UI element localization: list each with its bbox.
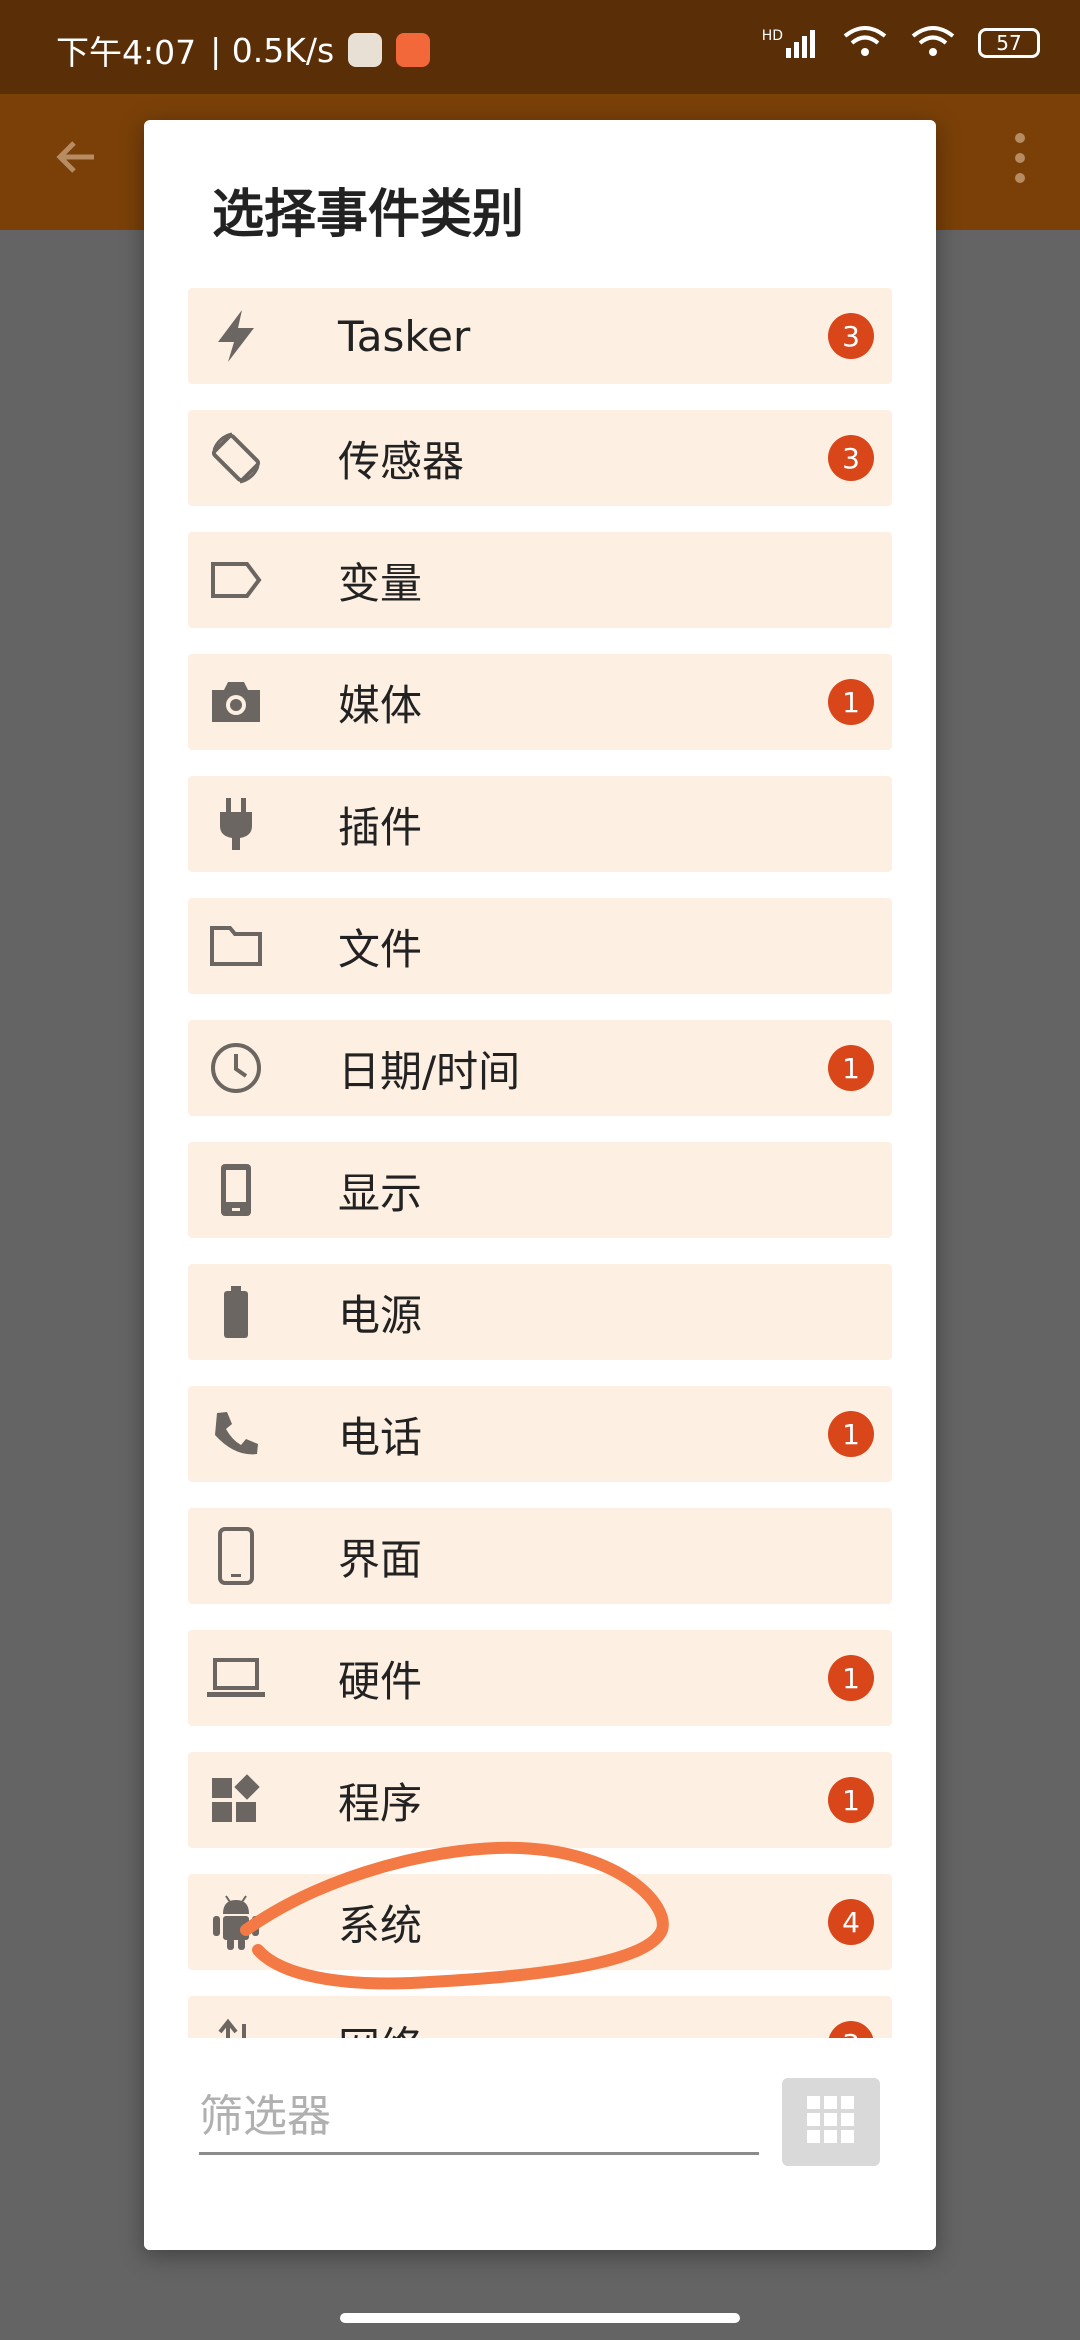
category-item-ui[interactable]: 界面	[188, 1508, 892, 1604]
status-speed: | 0.5K/s	[210, 30, 335, 70]
dialog-title: 选择事件类别	[212, 185, 525, 245]
category-item-hardware[interactable]: 硬件 1	[188, 1630, 892, 1726]
overflow-menu-icon[interactable]	[1010, 128, 1030, 192]
category-label: 传感器	[338, 436, 465, 486]
filter-input[interactable]	[199, 2080, 759, 2155]
label-tag-icon	[204, 548, 268, 612]
folder-icon	[204, 914, 268, 978]
status-bar: 下午4:07 | 0.5K/s HD 57	[0, 0, 1080, 94]
status-time: 下午4:07	[56, 33, 197, 72]
category-item-display[interactable]: 显示	[188, 1142, 892, 1238]
count-badge: 3	[828, 435, 874, 481]
category-item-file[interactable]: 文件	[188, 898, 892, 994]
battery-indicator: 57	[978, 28, 1040, 58]
status-right: HD 57	[762, 24, 1040, 62]
category-label: 硬件	[338, 1656, 423, 1706]
apps-icon	[204, 1768, 268, 1832]
category-item-media[interactable]: 媒体 1	[188, 654, 892, 750]
signal-icon: HD	[762, 28, 820, 58]
clock-icon	[204, 1036, 268, 1100]
count-badge: 1	[828, 1655, 874, 1701]
grid-view-button[interactable]	[782, 2078, 880, 2166]
category-label: 界面	[338, 1534, 423, 1584]
category-item-datetime[interactable]: 日期/时间 1	[188, 1020, 892, 1116]
plug-icon	[204, 792, 268, 856]
count-badge: 1	[828, 1777, 874, 1823]
category-label: 变量	[338, 558, 423, 608]
count-badge: 1	[828, 679, 874, 725]
category-label: 媒体	[338, 680, 423, 730]
count-badge: 4	[828, 1899, 874, 1945]
category-item-app[interactable]: 程序 1	[188, 1752, 892, 1848]
category-item-sensor[interactable]: 传感器 3	[188, 410, 892, 506]
count-badge: 1	[828, 1045, 874, 1091]
display-phone-icon	[204, 1158, 268, 1222]
category-label: 电源	[338, 1290, 423, 1340]
camera-icon	[204, 670, 268, 734]
gear-app-icon	[348, 33, 383, 67]
count-badge: 3	[828, 313, 874, 359]
hd-label: HD	[761, 28, 783, 44]
category-label: 电话	[338, 1412, 423, 1462]
back-arrow-icon[interactable]	[52, 132, 102, 186]
category-label: 插件	[338, 802, 423, 852]
count-badge: 1	[828, 1411, 874, 1457]
category-item-system[interactable]: 系统 4	[188, 1874, 892, 1970]
category-item-phone[interactable]: 电话 1	[188, 1386, 892, 1482]
category-label: 显示	[338, 1168, 423, 1218]
android-icon	[204, 1890, 268, 1954]
shopping-app-icon	[396, 33, 431, 67]
category-list[interactable]: Tasker 3 传感器 3 变量 媒体 1 插件 文件 日期/时间 1 显示 …	[188, 288, 892, 2168]
smartphone-icon	[204, 1524, 268, 1588]
home-indicator[interactable]	[340, 2313, 740, 2323]
category-item-power[interactable]: 电源	[188, 1264, 892, 1360]
grid-icon	[805, 2094, 857, 2150]
battery-icon	[204, 1280, 268, 1344]
lightning-icon	[204, 304, 268, 368]
rotate-icon	[204, 426, 268, 490]
category-item-variable[interactable]: 变量	[188, 532, 892, 628]
category-label: 文件	[338, 924, 423, 974]
wifi-link-icon	[842, 24, 888, 62]
category-label: 系统	[338, 1900, 423, 1950]
laptop-icon	[204, 1646, 268, 1710]
category-label: 日期/时间	[338, 1046, 521, 1096]
phone-icon	[204, 1402, 268, 1466]
category-item-plugin[interactable]: 插件	[188, 776, 892, 872]
category-item-tasker[interactable]: Tasker 3	[188, 288, 892, 384]
category-label: 程序	[338, 1778, 423, 1828]
status-left: 下午4:07 | 0.5K/s	[56, 26, 431, 74]
select-event-category-dialog: 选择事件类别 Tasker 3 传感器 3 变量 媒体 1 插件 文件 日期/时…	[144, 120, 936, 2250]
category-label: Tasker	[338, 311, 471, 361]
wifi-icon	[910, 24, 956, 62]
